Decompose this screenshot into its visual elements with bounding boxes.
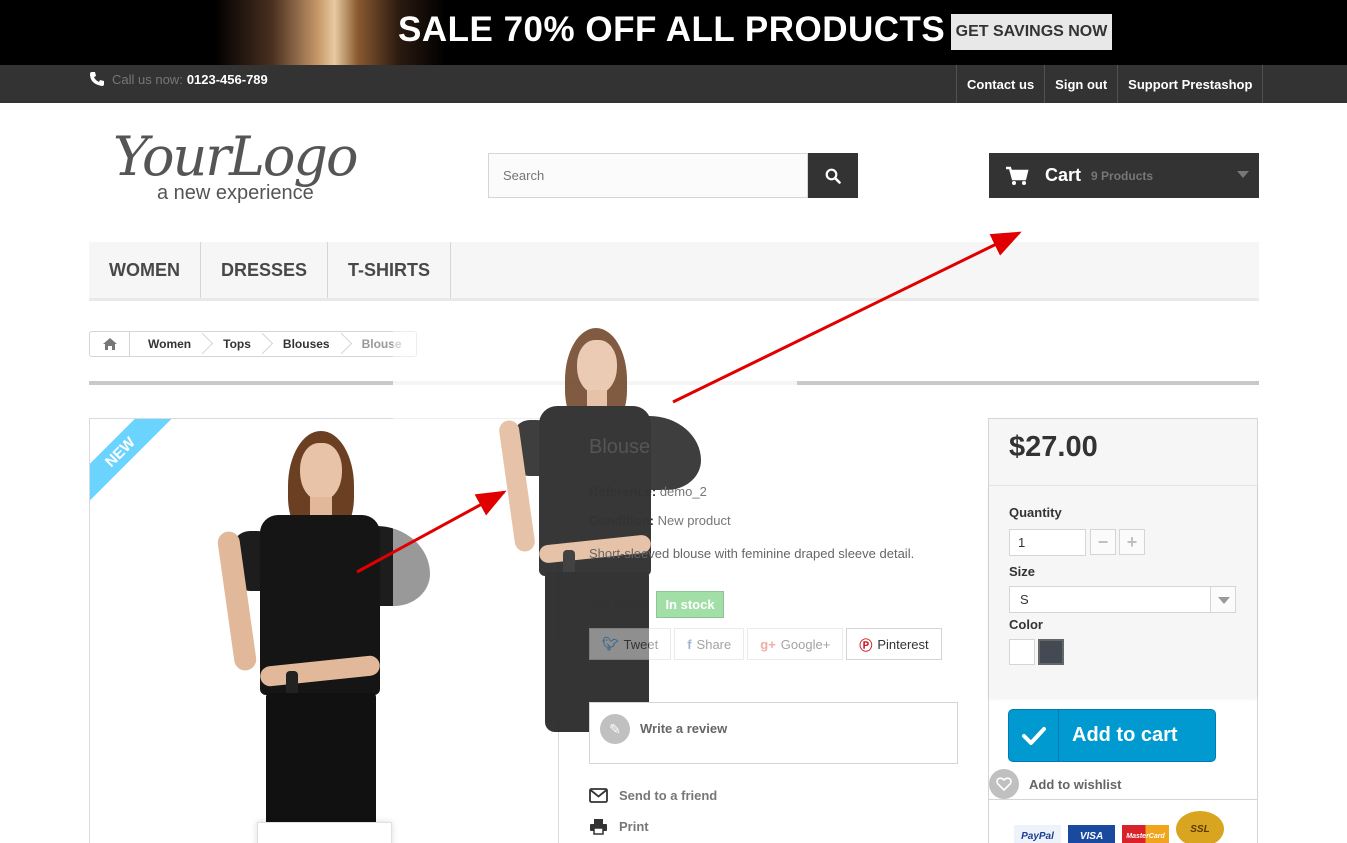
chevron-down-icon[interactable] [1237, 171, 1249, 178]
paypal-logo: PayPal [1014, 825, 1061, 843]
cart-icon [1006, 166, 1029, 185]
home-icon[interactable] [90, 332, 130, 356]
heart-icon [989, 769, 1019, 799]
image-thumbnail-tab[interactable] [257, 822, 392, 843]
top-links: Contact us Sign out Support Prestashop [956, 65, 1264, 103]
payment-divider [989, 799, 1257, 800]
logo-main: YourLogo [113, 125, 359, 188]
size-value: S [1020, 592, 1029, 607]
pinterest-label: Pinterest [877, 636, 929, 652]
printer-icon [590, 819, 607, 835]
breadcrumb-tops[interactable]: Tops [205, 332, 265, 356]
top-nav: Call us now: 0123-456-789 Contact us Sig… [0, 65, 1347, 103]
color-label: Color [1009, 617, 1043, 632]
send-to-friend-link[interactable]: Send to a friend [589, 788, 717, 803]
new-ribbon: NEW [90, 419, 172, 504]
product-description: Short-sleeved blouse with feminine drape… [589, 546, 915, 561]
quantity-increase-button[interactable]: + [1119, 529, 1145, 555]
print-label: Print [619, 819, 649, 834]
payment-logos: PayPal VISA MasterCard SSL [1014, 811, 1231, 843]
color-swatch-dark[interactable] [1038, 639, 1064, 665]
reference-label: Reference: [589, 484, 657, 499]
google-plus-button[interactable]: g+ Google+ [747, 628, 844, 660]
twitter-icon: 🐦︎ [602, 636, 619, 651]
reference-value: demo_2 [659, 484, 707, 499]
print-link[interactable]: Print [589, 818, 649, 835]
phone-label: Call us now: [112, 71, 183, 87]
cart-label: Cart [1045, 165, 1082, 185]
add-to-wishlist-link[interactable]: Add to wishlist [989, 769, 1121, 799]
get-savings-button[interactable]: GET SAVINGS NOW [951, 14, 1112, 50]
social-share: 🐦︎ Tweet f Share g+ Google+ Ⓟ Pinterest [589, 628, 945, 660]
sign-out-link[interactable]: Sign out [1044, 65, 1117, 103]
google-plus-label: Google+ [780, 636, 831, 652]
menu-item-dresses[interactable]: DRESSES [201, 242, 329, 298]
checkmark-icon [1009, 710, 1059, 761]
condition-label: Condition: [589, 513, 654, 528]
review-box: ✎ Write a review [589, 702, 958, 764]
quantity-decrease-button[interactable]: − [1090, 529, 1116, 555]
send-to-friend-label: Send to a friend [619, 788, 718, 803]
tweet-label: Tweet [623, 636, 659, 652]
wishlist-label: Add to wishlist [1029, 776, 1122, 792]
phone-icon [90, 72, 104, 86]
pinterest-button[interactable]: Ⓟ Pinterest [846, 628, 942, 660]
phone-number: 0123-456-789 [186, 71, 268, 87]
menu-item-tshirts[interactable]: T-SHIRTS [328, 242, 452, 298]
quantity-input[interactable] [1009, 529, 1086, 556]
share-button[interactable]: f Share [674, 628, 745, 660]
add-to-cart-button[interactable]: Add to cart [1008, 709, 1216, 762]
search-bar [488, 153, 858, 198]
buy-box: $27.00 Quantity − + Size S Color Add to … [988, 418, 1258, 843]
chevron-down-icon [1210, 587, 1235, 612]
phone-info: Call us now: 0123-456-789 [89, 71, 268, 87]
facebook-icon: f [687, 636, 692, 652]
visa-logo: VISA [1068, 825, 1115, 843]
menu-item-women[interactable]: WOMEN [89, 242, 201, 298]
search-icon [825, 168, 841, 184]
write-review-link[interactable]: Write a review [640, 721, 727, 736]
ssl-badge: SSL [1176, 811, 1224, 843]
search-button[interactable] [808, 153, 858, 198]
stock-badge: In stock [656, 591, 724, 618]
condition-value: New product [657, 513, 731, 528]
model-photo-ghost [497, 328, 703, 732]
contact-us-link[interactable]: Contact us [956, 65, 1044, 103]
site-logo[interactable]: YourLogo a new experience [113, 125, 403, 210]
pencil-icon: ✎ [600, 714, 630, 744]
product-name: Blouse [589, 436, 651, 458]
promo-banner[interactable]: SALE 70% OFF ALL PRODUCTS GET SAVINGS NO… [0, 0, 1347, 65]
color-swatch-white[interactable] [1009, 639, 1035, 665]
product-price: $27.00 [1009, 431, 1098, 463]
quantity-label: Quantity [1009, 505, 1062, 520]
cart-count: 9 Products [1091, 168, 1154, 183]
breadcrumb: Women Tops Blouses Blouse [89, 331, 417, 357]
google-plus-icon: g+ [760, 636, 776, 652]
search-input[interactable] [488, 153, 808, 198]
add-to-cart-label: Add to cart [1072, 724, 1178, 746]
promo-text: SALE 70% OFF ALL PRODUCTS [398, 10, 946, 49]
tweet-button[interactable]: 🐦︎ Tweet [589, 628, 672, 660]
envelope-icon [589, 788, 608, 803]
size-select[interactable]: S [1009, 586, 1236, 613]
stock-quantity: 299 Items [589, 596, 649, 611]
breadcrumb-women[interactable]: Women [130, 332, 205, 356]
logo-tagline: a new experience [157, 182, 314, 204]
price-area: $27.00 [989, 419, 1257, 485]
product-reference: Reference: demo_2 [589, 484, 707, 499]
main-menu: WOMEN DRESSES T-SHIRTS [89, 242, 1259, 301]
size-label: Size [1009, 564, 1036, 579]
breadcrumb-blouses[interactable]: Blouses [265, 332, 344, 356]
product-condition: Condition: New product [589, 513, 731, 528]
mastercard-logo: MasterCard [1122, 825, 1169, 843]
pinterest-icon: Ⓟ [859, 637, 873, 653]
cart-button[interactable]: Cart 9 Products [989, 153, 1259, 198]
support-link[interactable]: Support Prestashop [1117, 65, 1264, 103]
share-label: Share [696, 636, 732, 652]
